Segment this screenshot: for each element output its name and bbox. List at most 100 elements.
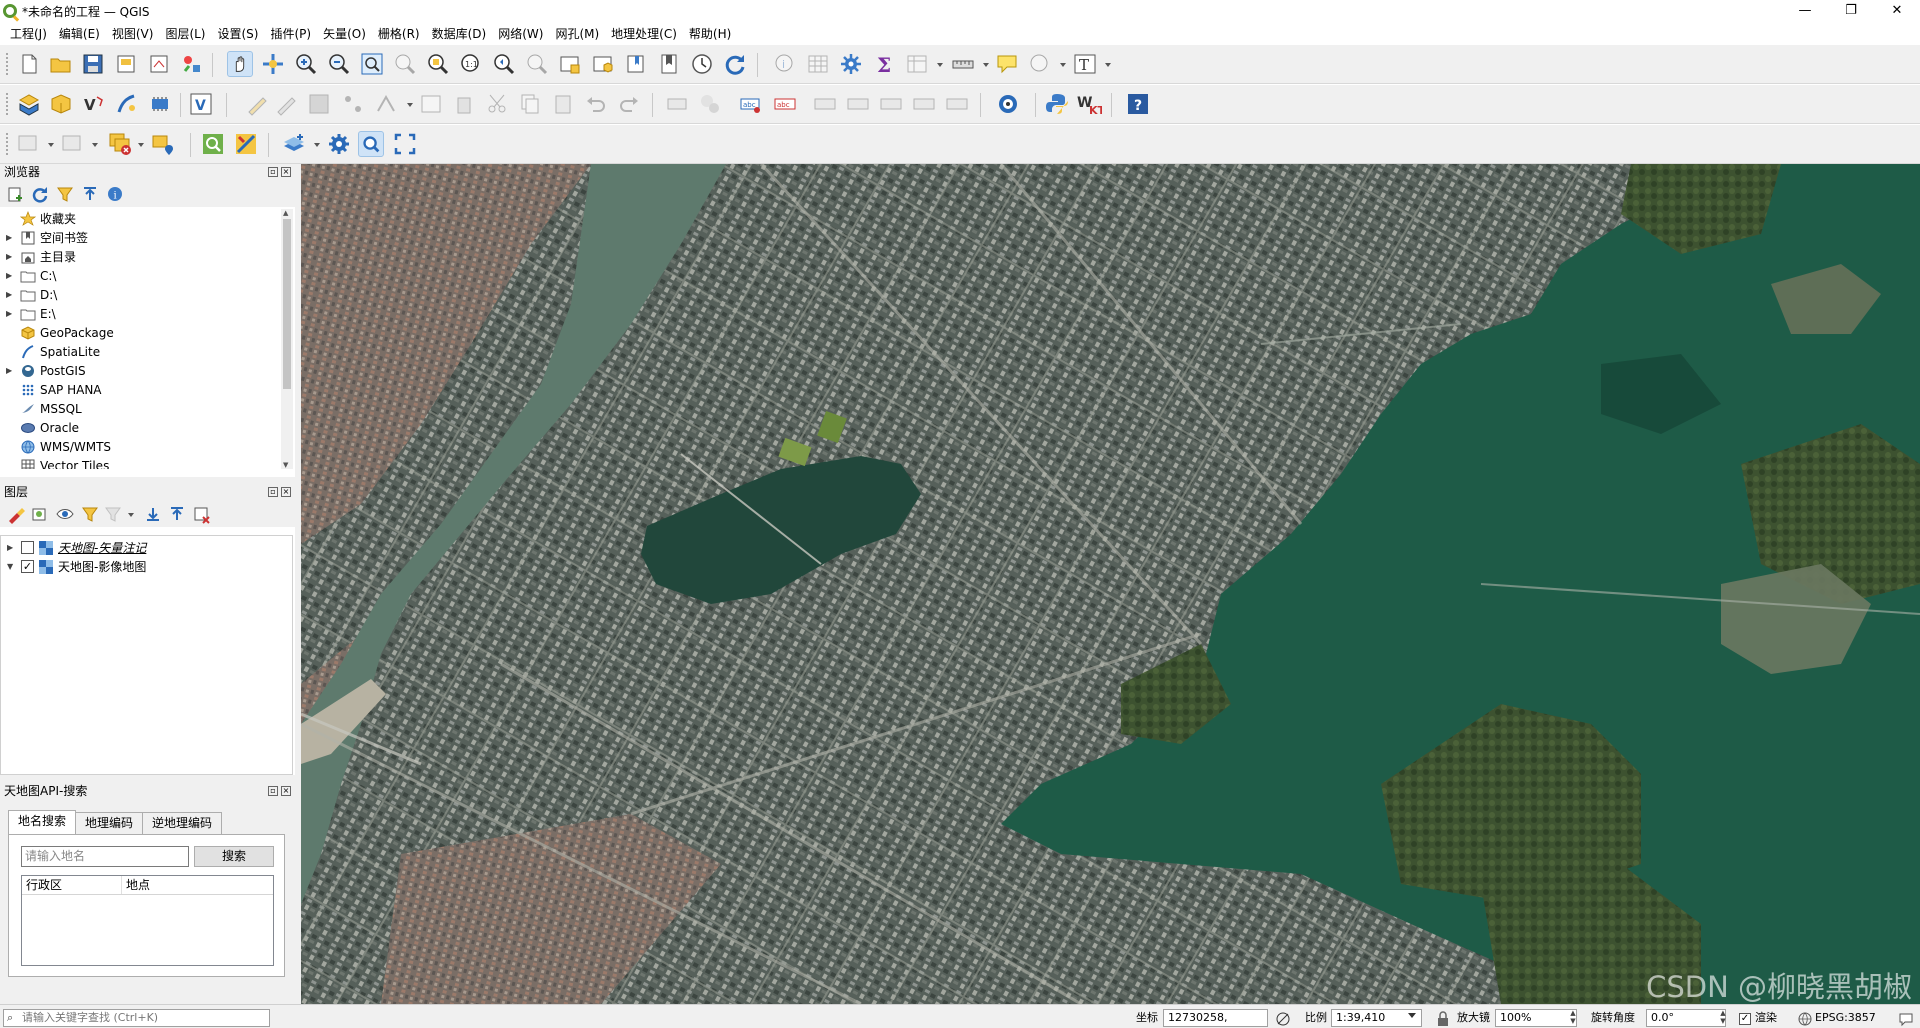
select-by-value-icon[interactable] <box>60 131 86 157</box>
minimize-button[interactable]: — <box>1782 0 1828 22</box>
menu-help[interactable]: 帮助(H) <box>683 25 737 42</box>
python-console-icon[interactable] <box>1044 91 1070 117</box>
delete-selected-icon[interactable] <box>451 91 477 117</box>
current-edits-icon[interactable] <box>244 91 270 117</box>
new-geopackage-layer-icon[interactable] <box>48 91 74 117</box>
new-virtual-layer-icon[interactable]: V <box>188 91 214 117</box>
show-hide-labels-icon[interactable] <box>812 91 838 117</box>
expand-arrow-icon[interactable]: ▶ <box>6 309 16 318</box>
zoom-last-icon[interactable] <box>491 51 517 77</box>
style-manager-icon[interactable] <box>179 51 205 77</box>
browser-item-favorites[interactable]: 收藏夹 <box>0 209 280 228</box>
properties-info-icon[interactable]: i <box>105 184 125 204</box>
layout-manager-icon[interactable] <box>146 51 172 77</box>
collapse-arrow-icon[interactable]: ▼ <box>7 562 17 571</box>
scale-dropdown-icon[interactable] <box>1408 1013 1416 1018</box>
tianditu-search-icon[interactable] <box>358 131 384 157</box>
pan-to-selection-icon[interactable] <box>260 51 286 77</box>
locator-search-input[interactable]: ⌕ 请输入关键字查找 (Ctrl+K) <box>3 1009 270 1027</box>
expand-all-icon[interactable] <box>143 504 163 524</box>
scroll-down-icon[interactable]: ▼ <box>283 461 288 469</box>
expand-arrow-icon[interactable]: ▶ <box>7 543 17 552</box>
toolbox-icon[interactable] <box>838 51 864 77</box>
add-feature-icon[interactable] <box>340 91 366 117</box>
menu-edit[interactable]: 编辑(E) <box>53 25 106 42</box>
expand-arrow-icon[interactable]: ▶ <box>6 290 16 299</box>
zoom-in-icon[interactable] <box>293 51 319 77</box>
new-3d-map-view-icon[interactable] <box>590 51 616 77</box>
paste-features-icon[interactable] <box>550 91 576 117</box>
toolbar-handle[interactable] <box>6 93 10 115</box>
menu-plugins[interactable]: 插件(P) <box>264 25 317 42</box>
new-shapefile-layer-icon[interactable]: V <box>81 91 107 117</box>
tab-reverse-geocoding[interactable]: 逆地理编码 <box>142 812 223 834</box>
toggle-editing-icon[interactable] <box>273 91 299 117</box>
browser-item-spatialite[interactable]: SpatiaLite <box>0 342 280 361</box>
remove-layer-icon[interactable] <box>192 504 212 524</box>
browser-item-mssql[interactable]: MSSQL <box>0 399 280 418</box>
place-search-input[interactable]: 请输入地名 <box>21 846 189 867</box>
menu-database[interactable]: 数据库(D) <box>426 25 493 42</box>
close-panel-icon[interactable]: × <box>281 786 291 796</box>
crs-globe-icon[interactable] <box>1797 1011 1813 1027</box>
select-features-icon[interactable] <box>16 131 42 157</box>
new-annotation-icon[interactable] <box>1027 51 1053 77</box>
collapse-all-icon[interactable] <box>80 184 100 204</box>
cut-features-icon[interactable] <box>484 91 510 117</box>
modify-attributes-icon[interactable] <box>418 91 444 117</box>
toolbar-handle[interactable] <box>6 133 10 155</box>
highlight-pinned-labels-icon[interactable]: abc <box>738 91 764 117</box>
style-layer-icon[interactable] <box>6 504 26 524</box>
menu-web[interactable]: 网络(W) <box>492 25 549 42</box>
menu-processing[interactable]: 地理处理(C) <box>605 25 683 42</box>
browser-item-oracle[interactable]: Oracle <box>0 418 280 437</box>
browser-item-postgis[interactable]: ▶ PostGIS <box>0 361 280 380</box>
menu-layer[interactable]: 图层(L) <box>159 25 211 42</box>
new-map-view-icon[interactable] <box>557 51 583 77</box>
rotation-field[interactable]: 0.0° <box>1646 1009 1726 1027</box>
crs-label[interactable]: EPSG:3857 <box>1815 1010 1876 1026</box>
toolbar-handle[interactable] <box>6 53 10 75</box>
browser-item-sap-hana[interactable]: SAP HANA <box>0 380 280 399</box>
browser-item-wms-wmts[interactable]: WMS/WMTS <box>0 437 280 456</box>
color-palette-plugin-icon[interactable] <box>233 131 259 157</box>
change-label-icon[interactable] <box>911 91 937 117</box>
menu-project[interactable]: 工程(J) <box>4 25 53 42</box>
zoom-full-icon[interactable] <box>359 51 385 77</box>
layer-row[interactable]: ▼ ✓ 天地图-影像地图 <box>1 557 281 576</box>
maximize-button[interactable]: ❐ <box>1828 0 1874 22</box>
expand-arrow-icon[interactable]: ▶ <box>6 233 16 242</box>
map-tips-icon[interactable] <box>994 51 1020 77</box>
float-panel-icon[interactable]: ▫ <box>268 786 278 796</box>
tianditu-add-layer-icon[interactable] <box>281 131 307 157</box>
browser-item-drive-d[interactable]: ▶ D:\ <box>0 285 280 304</box>
vertex-tool-icon[interactable] <box>374 91 400 117</box>
wkt-plugin-icon[interactable]: WKT <box>1076 91 1102 117</box>
magnifier-field[interactable]: 100% <box>1495 1009 1577 1027</box>
expand-arrow-icon[interactable]: ▶ <box>6 366 16 375</box>
close-panel-icon[interactable]: × <box>281 487 291 497</box>
expand-arrow-icon[interactable]: ▶ <box>6 252 16 261</box>
layer-visibility-checkbox[interactable] <box>21 541 34 554</box>
column-header-place[interactable]: 地点 <box>122 876 273 894</box>
redo-icon[interactable] <box>616 91 642 117</box>
refresh-icon[interactable] <box>722 51 748 77</box>
render-checkbox[interactable]: ✓ <box>1739 1013 1751 1025</box>
show-bookmarks-icon[interactable] <box>656 51 682 77</box>
tab-place-search[interactable]: 地名搜索 <box>8 810 77 834</box>
layer-visibility-checkbox[interactable]: ✓ <box>21 560 34 573</box>
refresh-browser-icon[interactable] <box>30 184 50 204</box>
text-annotation-icon[interactable]: T <box>1072 51 1098 77</box>
copy-features-icon[interactable] <box>517 91 543 117</box>
menu-mesh[interactable]: 网孔(M) <box>549 25 605 42</box>
browser-item-spatial-bookmarks[interactable]: ▶ 空间书签 <box>0 228 280 247</box>
close-panel-icon[interactable]: × <box>281 167 291 177</box>
manage-visibility-icon[interactable] <box>55 504 75 524</box>
fullscreen-extent-icon[interactable] <box>392 131 418 157</box>
save-project-icon[interactable] <box>80 51 106 77</box>
save-layer-edits-icon[interactable] <box>306 91 332 117</box>
field-calculator-icon[interactable] <box>904 51 930 77</box>
menu-view[interactable]: 视图(V) <box>106 25 160 42</box>
menu-settings[interactable]: 设置(S) <box>212 25 265 42</box>
map-canvas[interactable]: CSDN @柳晓黑胡椒 <box>301 164 1920 1004</box>
